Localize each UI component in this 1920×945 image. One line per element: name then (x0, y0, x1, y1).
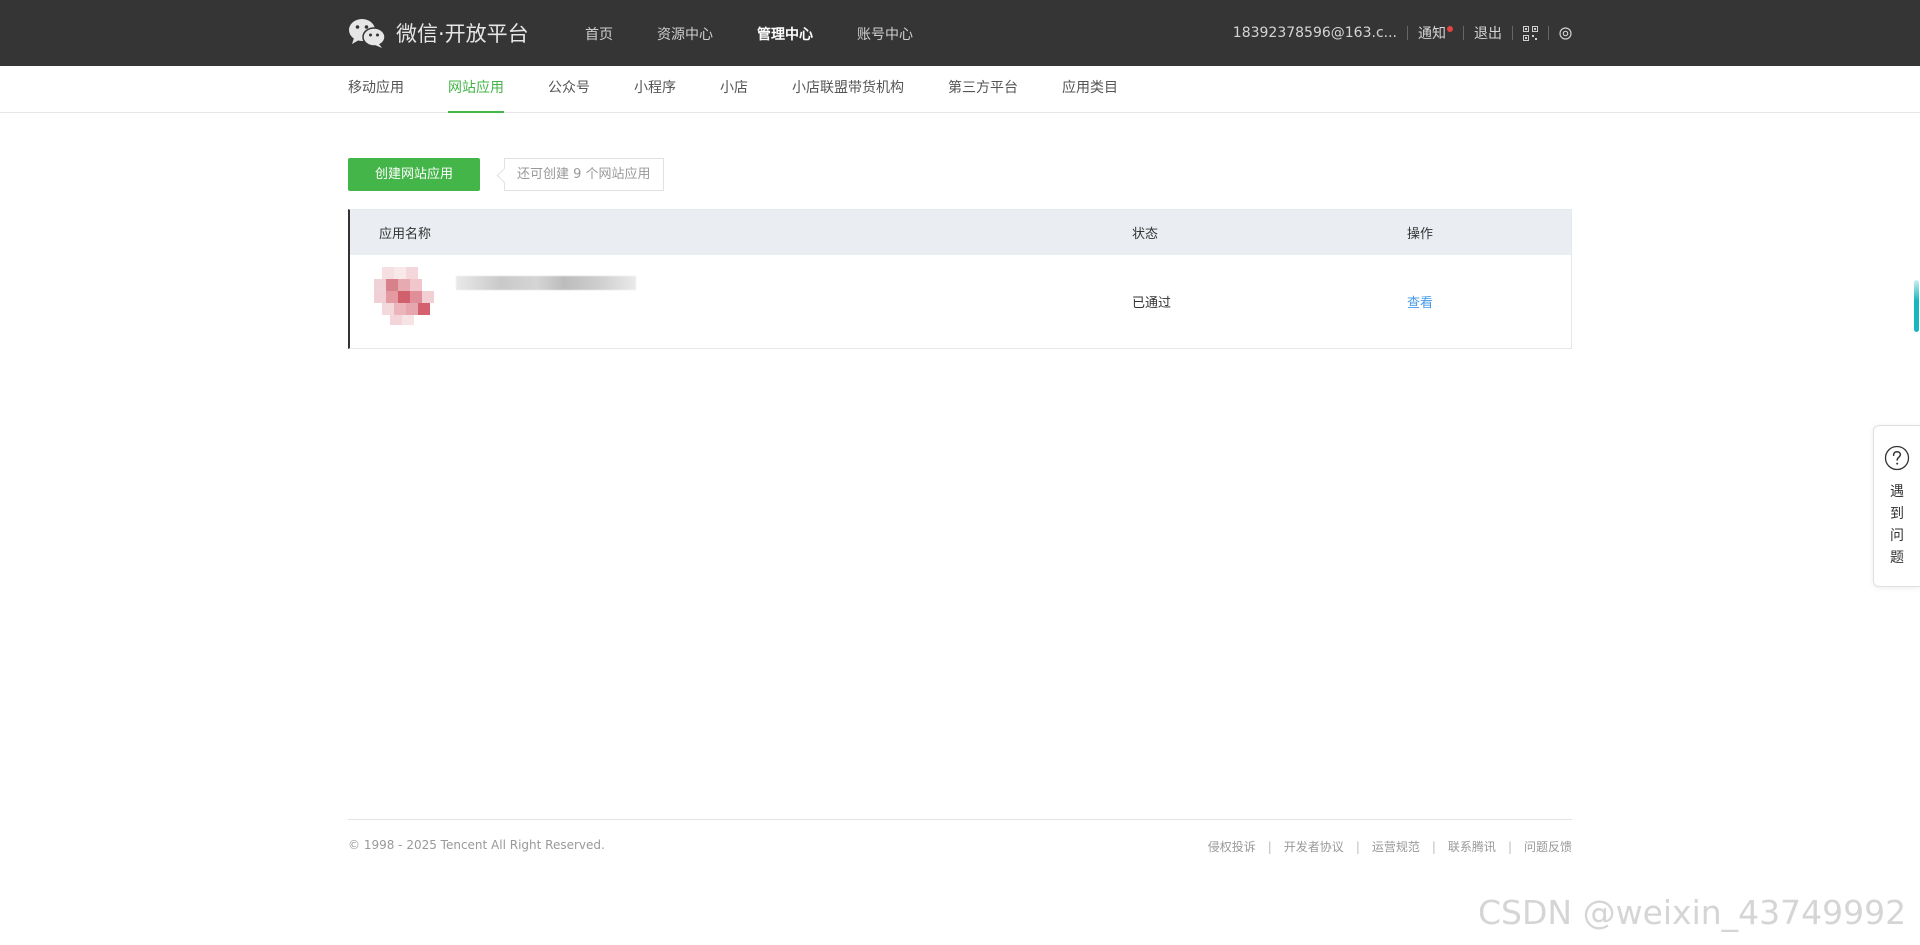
app-name-redacted (456, 276, 636, 290)
nav-management-center[interactable]: 管理中心 (757, 0, 813, 66)
app-icon (374, 266, 434, 325)
status-cell: 已通过 (1132, 296, 1172, 311)
divider: | (1507, 839, 1512, 854)
copyright-text: © 1998 - 2025 Tencent All Right Reserved… (348, 838, 605, 852)
divider (1512, 26, 1513, 40)
nav-home[interactable]: 首页 (585, 0, 613, 66)
quota-tip: 还可创建 9 个网站应用 (504, 158, 664, 191)
footer-link-operation-rules[interactable]: 运营规范 (1372, 838, 1420, 855)
notify-label: 通知 (1418, 26, 1446, 42)
column-header-action: 操作 (1407, 227, 1434, 242)
tab-app-category[interactable]: 应用类目 (1062, 66, 1118, 113)
help-button[interactable]: 遇到问题 (1873, 425, 1920, 587)
footer-link-infringement[interactable]: 侵权投诉 (1208, 838, 1256, 855)
divider: | (1355, 839, 1360, 854)
divider: | (1267, 839, 1272, 854)
app-name-cell (350, 263, 1132, 341)
sub-navigation: 移动应用 网站应用 公众号 小程序 小店 小店联盟带货机构 第三方平台 应用类目 (0, 66, 1920, 113)
settings-icon[interactable] (1559, 26, 1572, 40)
divider (1463, 26, 1464, 40)
notify-link[interactable]: 通知 (1418, 23, 1453, 43)
footer-links: 侵权投诉 | 开发者协议 | 运营规范 | 联系腾讯 | 问题反馈 (1208, 838, 1572, 855)
footer-link-developer-agreement[interactable]: 开发者协议 (1284, 838, 1344, 855)
create-website-app-button[interactable]: 创建网站应用 (348, 158, 480, 191)
csdn-watermark: CSDN @weixin_43749992 (1478, 893, 1907, 932)
nav-resource-center[interactable]: 资源中心 (657, 0, 713, 66)
scroll-indicator[interactable] (1914, 280, 1919, 332)
tab-shop[interactable]: 小店 (720, 66, 748, 113)
footer-link-feedback[interactable]: 问题反馈 (1524, 838, 1572, 855)
main-nav: 首页 资源中心 管理中心 账号中心 (585, 0, 957, 66)
column-header-app-name: 应用名称 (379, 227, 432, 242)
question-icon (1884, 445, 1910, 471)
tab-official-account[interactable]: 公众号 (548, 66, 590, 113)
table-row: 已通过 查看 (350, 255, 1571, 348)
view-link-label[interactable]: 查看 (1407, 296, 1433, 311)
divider: | (1431, 839, 1436, 854)
tab-third-party-platform[interactable]: 第三方平台 (948, 66, 1018, 113)
divider (1548, 26, 1549, 40)
tab-mobile-app[interactable]: 移动应用 (348, 66, 404, 113)
tab-shop-alliance[interactable]: 小店联盟带货机构 (792, 66, 904, 113)
logo-text: 微信·开放平台 (396, 22, 529, 46)
wechat-open-platform-logo[interactable]: 微信·开放平台 (348, 17, 529, 49)
notification-dot-icon (1447, 26, 1453, 32)
account-area: 18392378596@163.c... 通知 退出 (1233, 0, 1572, 66)
wechat-icon (349, 19, 386, 48)
tab-mini-program[interactable]: 小程序 (634, 66, 676, 113)
divider (1407, 26, 1408, 40)
view-link[interactable]: 查看 (1407, 292, 1567, 311)
footer-divider (348, 819, 1572, 820)
table-header: 应用名称 状态 操作 (350, 210, 1571, 255)
logout-link[interactable]: 退出 (1474, 23, 1502, 43)
qrcode-icon[interactable] (1523, 25, 1538, 41)
column-header-status: 状态 (1132, 227, 1159, 242)
tab-website-app[interactable]: 网站应用 (448, 66, 504, 113)
top-navigation-bar: 微信·开放平台 首页 资源中心 管理中心 账号中心 18392378596@16… (0, 0, 1920, 66)
footer-link-contact-tencent[interactable]: 联系腾讯 (1448, 838, 1496, 855)
account-email[interactable]: 18392378596@163.c... (1233, 25, 1397, 41)
help-label: 遇到问题 (1890, 484, 1904, 566)
nav-account-center[interactable]: 账号中心 (857, 0, 913, 66)
